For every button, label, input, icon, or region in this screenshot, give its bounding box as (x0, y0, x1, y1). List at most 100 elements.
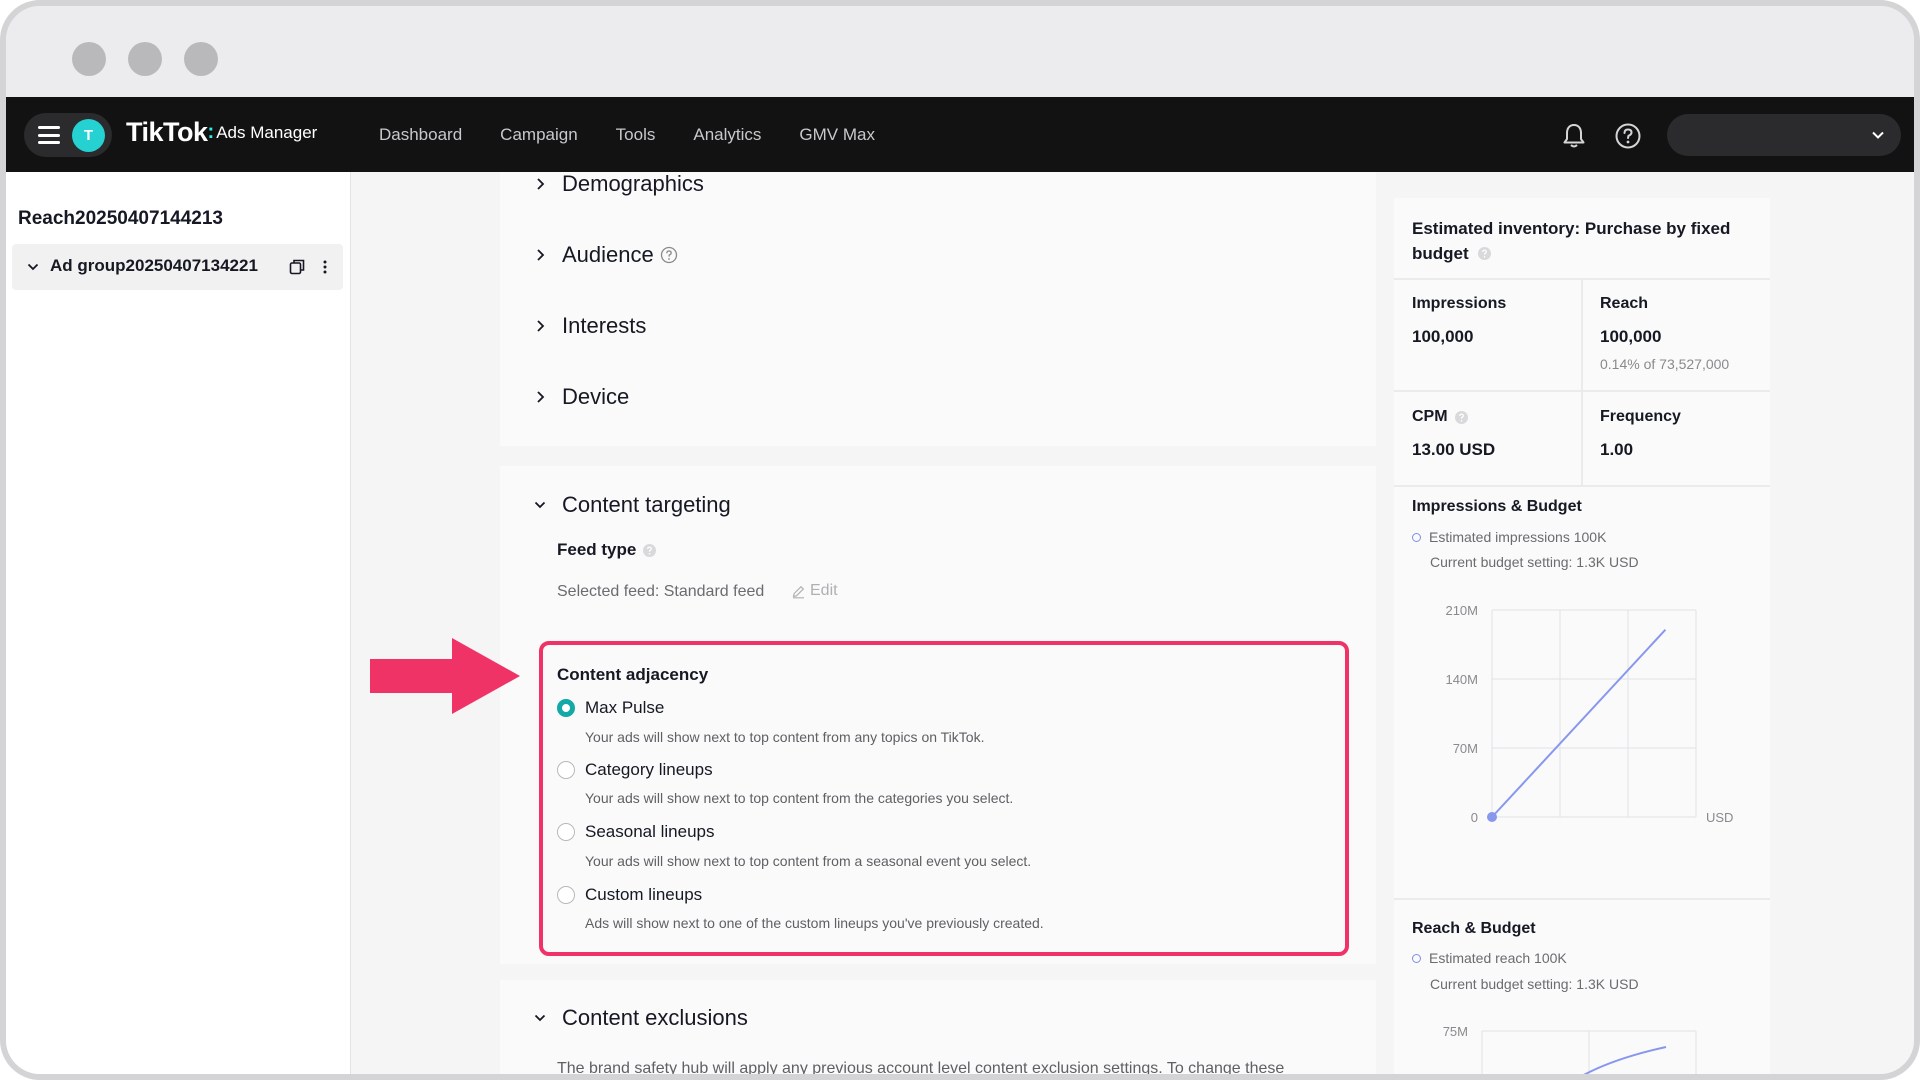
cpm-value: 13.00 USD (1412, 440, 1496, 459)
pencil-icon (792, 585, 805, 598)
section-demographics[interactable]: Demographics (534, 169, 704, 199)
question-circle-icon[interactable] (1454, 410, 1469, 425)
menu-toggle-button[interactable]: T (24, 113, 112, 157)
more-vertical-icon[interactable] (322, 258, 328, 276)
impressions-value: 100,000 (1412, 327, 1474, 346)
divider (1394, 898, 1770, 900)
x-tick-label: 2M (1619, 827, 1637, 830)
edit-feed-link[interactable]: Edit (791, 582, 838, 600)
radio-description: Your ads will show next to top content f… (585, 790, 1014, 806)
brand-subtitle: Ads Manager (216, 122, 318, 142)
divider (1394, 485, 1770, 487)
nav-dashboard[interactable]: Dashboard (379, 125, 462, 145)
radio-button[interactable] (557, 886, 575, 904)
sidebar-item-ad-group[interactable]: Ad group20250407134221 (12, 244, 343, 290)
question-circle-icon[interactable] (660, 246, 678, 264)
reach-percentage: 0.14% of 73,527,000 (1600, 356, 1730, 372)
chevron-down-icon (534, 1014, 546, 1022)
cpm-label: CPM (1412, 408, 1448, 425)
legend-text: Estimated impressions 100K (1429, 529, 1607, 545)
radio-button[interactable] (557, 761, 575, 779)
nav-campaign[interactable]: Campaign (500, 125, 578, 145)
legend-dot (1412, 532, 1421, 542)
reach-budget-title: Reach & Budget (1412, 920, 1536, 937)
reach-label: Reach (1600, 295, 1649, 312)
radio-category-lineups[interactable]: Category lineups (557, 760, 713, 780)
top-navigation: T TikTok: Ads Manager Dashboard Campaign … (6, 97, 1914, 172)
brand-logo[interactable]: TikTok: Ads Manager (126, 117, 317, 153)
window-maximize-dot[interactable] (184, 42, 218, 76)
hamburger-icon (38, 126, 60, 144)
account-selector[interactable] (1667, 114, 1901, 156)
series-line (1491, 629, 1667, 818)
section-label: Audience (562, 242, 654, 267)
x-tick-label: 0 (1488, 827, 1495, 830)
reach-budget-chart: 75M (1443, 1024, 1697, 1074)
reach-value: 100,000 (1600, 327, 1662, 346)
legend-text: Estimated reach 100K (1429, 950, 1567, 966)
cpm-label-row: CPM (1412, 408, 1469, 426)
content-exclusions-card: Content exclusions The brand safety hub … (500, 980, 1376, 1077)
series-line (1583, 1046, 1667, 1074)
chevron-down-icon[interactable] (26, 260, 40, 274)
chevron-right-icon (537, 249, 545, 261)
radio-max-pulse[interactable]: Max Pulse (557, 698, 664, 718)
budget-setting-text: Current budget setting: 1.3K USD (1430, 976, 1639, 992)
radio-label: Category lineups (585, 760, 713, 779)
content-exclusions-desc: The brand safety hub will apply any prev… (557, 1060, 1285, 1077)
section-device[interactable]: Device (534, 382, 629, 412)
y-tick-label: 140M (1445, 672, 1478, 687)
edit-label: Edit (810, 582, 838, 599)
y-tick-label: 0 (1471, 810, 1478, 825)
impressions-budget-title: Impressions & Budget (1412, 498, 1582, 515)
nav-gmv-max[interactable]: GMV Max (799, 125, 875, 145)
content-targeting-header[interactable]: Content targeting (534, 490, 731, 520)
estimated-inventory-panel: Estimated inventory: Purchase by fixed b… (1394, 198, 1770, 1074)
nav-tools[interactable]: Tools (616, 125, 656, 145)
chevron-down-icon (1872, 131, 1884, 139)
section-interests[interactable]: Interests (534, 311, 646, 341)
window-titlebar (6, 6, 1914, 97)
impressions-legend: Estimated impressions 100K (1412, 529, 1606, 545)
radio-custom-lineups[interactable]: Custom lineups (557, 885, 702, 905)
budget-setting-text: Current budget setting: 1.3K USD (1430, 554, 1639, 570)
content-exclusions-header[interactable]: Content exclusions (534, 1003, 748, 1033)
radio-button-selected[interactable] (557, 699, 575, 717)
browser-window: T TikTok: Ads Manager Dashboard Campaign … (0, 0, 1920, 1080)
estimate-title-text: Estimated inventory: Purchase by fixed b… (1412, 219, 1731, 263)
content-targeting-title: Content targeting (562, 492, 731, 517)
estimate-title: Estimated inventory: Purchase by fixed b… (1412, 216, 1742, 266)
bell-icon[interactable] (1559, 121, 1589, 151)
frequency-label: Frequency (1600, 408, 1681, 425)
section-label: Interests (562, 313, 647, 338)
main-content: Reach20250407144213 Ad group202504071342… (6, 169, 1914, 1077)
question-circle-icon[interactable] (642, 543, 657, 558)
radio-label: Max Pulse (585, 698, 665, 717)
x-unit-label: USD (1706, 810, 1733, 825)
copy-icon[interactable] (288, 258, 306, 276)
radio-seasonal-lineups[interactable]: Seasonal lineups (557, 822, 714, 842)
help-icon[interactable] (1613, 121, 1643, 151)
chevron-right-icon (537, 391, 545, 403)
section-audience[interactable]: Audience (534, 240, 678, 270)
divider (1581, 278, 1583, 485)
section-label: Device (562, 384, 630, 409)
campaign-name[interactable]: Reach20250407144213 (18, 208, 223, 230)
radio-description: Ads will show next to one of the custom … (585, 915, 1044, 931)
brand-colon: : (207, 121, 215, 143)
window-minimize-dot[interactable] (128, 42, 162, 76)
feed-type-row: Feed type (557, 540, 657, 560)
nav-analytics[interactable]: Analytics (693, 125, 761, 145)
brand-name: TikTok (126, 117, 208, 147)
window-close-dot[interactable] (72, 42, 106, 76)
chevron-right-icon (537, 320, 545, 332)
divider (1394, 390, 1770, 392)
radio-button[interactable] (557, 823, 575, 841)
ad-group-name: Ad group20250407134221 (50, 256, 258, 275)
sidebar: Reach20250407144213 Ad group202504071342… (6, 172, 351, 1074)
y-tick-label: 70M (1453, 741, 1478, 756)
content-adjacency-box: Content adjacency Max Pulse Your ads wil… (539, 641, 1349, 956)
impressions-budget-chart: 0 1M 2M 3M 0 70M 140M 210M USD (1445, 603, 1733, 830)
question-circle-icon[interactable] (1477, 246, 1492, 261)
avatar: T (72, 119, 105, 152)
